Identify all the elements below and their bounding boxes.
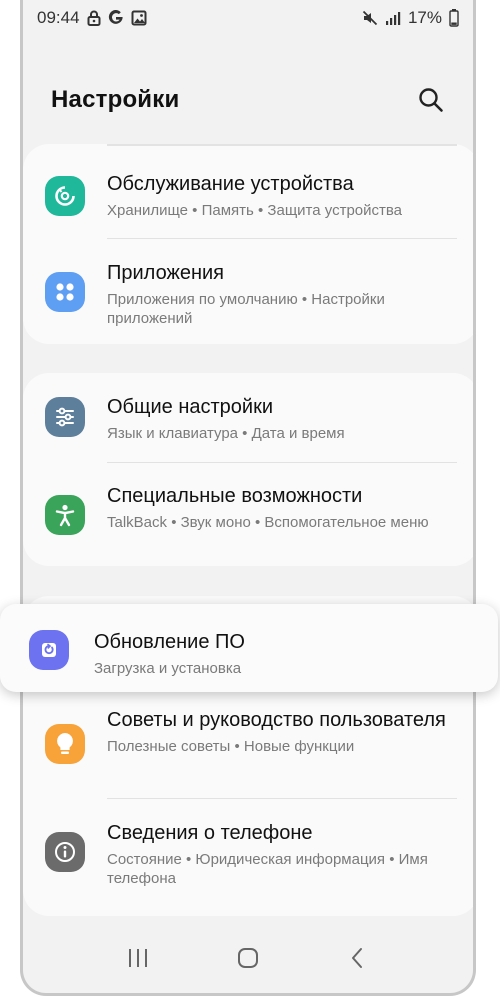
page-title: Настройки — [51, 86, 180, 113]
divider — [107, 238, 457, 239]
home-button[interactable] — [224, 934, 272, 982]
battery-percent: 17% — [407, 8, 442, 27]
about-phone-subtitle: Состояние • Юридическая информация • Имя… — [107, 851, 428, 887]
tips-title: Советы и руководство пользователя — [107, 709, 446, 731]
general-settings-subtitle: Язык и клавиатура • Дата и время — [107, 425, 345, 442]
lightbulb-icon — [45, 724, 85, 764]
header: Настройки — [23, 70, 473, 130]
software-update-item[interactable]: Обновление ПО Загрузка и установка — [0, 604, 498, 692]
apps-title: Приложения — [107, 262, 225, 284]
divider — [107, 462, 457, 463]
device-care-subtitle: Хранилище • Память • Защита устройства — [107, 202, 403, 219]
device-care-icon — [45, 176, 85, 216]
general-settings-item[interactable]: Общие настройки Язык и клавиатура • Дата… — [23, 387, 473, 463]
apps-icon — [45, 272, 85, 312]
apps-item[interactable]: Приложения Приложения по умолчанию • Нас… — [23, 248, 473, 342]
software-update-title: Обновление ПО — [94, 631, 245, 653]
general-settings-title: Общие настройки — [107, 396, 273, 418]
home-icon — [238, 948, 258, 968]
recents-icon — [129, 949, 147, 967]
search-icon — [419, 88, 443, 112]
settings-card-1: Обслуживание устройства Хранилище • Памя… — [23, 144, 473, 344]
divider — [107, 798, 457, 799]
accessibility-title: Специальные возможности — [107, 485, 363, 507]
info-icon — [45, 832, 85, 872]
phone-screen: 09:44 17% Настройки Обслуживание устройс… — [20, 0, 476, 996]
apps-subtitle: Приложения по умолчанию • Настройки прил… — [107, 291, 385, 327]
image-icon — [131, 10, 147, 26]
about-phone-item[interactable]: Сведения о телефоне Состояние • Юридичес… — [23, 808, 473, 908]
mute-icon — [362, 10, 378, 26]
scroll-edge — [107, 144, 457, 146]
status-left: 09:44 — [37, 8, 147, 28]
navigation-bar — [23, 923, 473, 993]
status-bar: 09:44 17% — [23, 0, 473, 36]
lock-icon — [87, 10, 101, 26]
accessibility-item[interactable]: Специальные возможности TalkBack • Звук … — [23, 471, 473, 565]
device-care-title: Обслуживание устройства — [107, 173, 354, 195]
status-time: 09:44 — [37, 8, 80, 27]
sliders-icon — [45, 397, 85, 437]
about-phone-title: Сведения о телефоне — [107, 822, 313, 844]
tips-subtitle: Полезные советы • Новые функции — [107, 738, 355, 755]
settings-card-2: Общие настройки Язык и клавиатура • Дата… — [23, 373, 473, 566]
battery-icon — [449, 9, 459, 27]
recents-button[interactable] — [114, 934, 162, 982]
accessibility-icon — [45, 495, 85, 535]
software-update-subtitle: Загрузка и установка — [94, 660, 242, 677]
software-update-icon — [29, 630, 69, 670]
signal-icon — [385, 11, 401, 26]
accessibility-subtitle: TalkBack • Звук моно • Вспомогательное м… — [107, 514, 429, 531]
search-button[interactable] — [411, 80, 451, 120]
back-button[interactable] — [334, 934, 382, 982]
tips-item[interactable]: Советы и руководство пользователя Полезн… — [23, 702, 473, 802]
device-care-item[interactable]: Обслуживание устройства Хранилище • Памя… — [23, 166, 473, 248]
google-icon — [108, 10, 124, 26]
back-icon — [352, 948, 362, 968]
status-right: 17% — [362, 8, 459, 28]
